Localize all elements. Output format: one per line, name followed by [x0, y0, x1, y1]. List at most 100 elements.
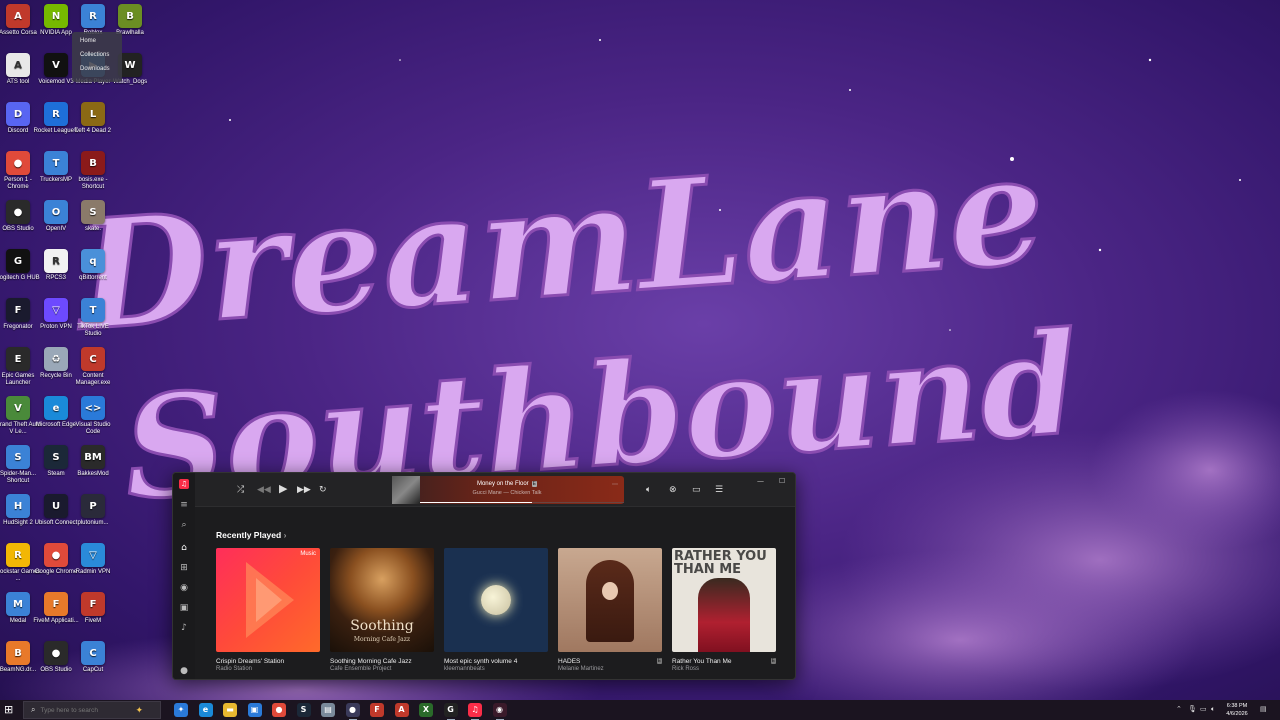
skate-icon: S: [81, 200, 105, 224]
album-card[interactable]: Most epic synth volume 4 kleemannbeats: [444, 548, 548, 672]
desktop-icon[interactable]: Bbosis.exe - Shortcut: [70, 151, 116, 191]
taskbar-search[interactable]: ⌕ ✦: [23, 701, 161, 719]
volume-icon[interactable]: 🔈︎: [646, 484, 651, 496]
file-explorer-icon[interactable]: ▬: [223, 703, 237, 717]
qbittorrent-icon: q: [81, 249, 105, 273]
windows-start-icon[interactable]: ⊞: [4, 704, 16, 716]
desktop-icon-label: FiveM: [84, 618, 102, 624]
desktop-icon-label: HudSight 2: [3, 520, 33, 526]
clock-time: 6:38 PM: [1226, 703, 1248, 709]
menu-icon[interactable]: ≡: [179, 500, 189, 510]
context-menu-item-home[interactable]: Home: [72, 34, 122, 48]
shuffle-icon[interactable]: ⤮: [237, 484, 244, 496]
logitech-icon[interactable]: G: [443, 703, 458, 720]
openiv-icon: O: [44, 200, 68, 224]
library-icon[interactable]: ▣: [179, 603, 189, 613]
bakkesmod-icon: BM: [81, 445, 105, 469]
search-input[interactable]: [40, 706, 131, 714]
desktop-icon[interactable]: ▽ Radmin VPN: [70, 543, 116, 576]
more-options-icon[interactable]: ⋯: [612, 481, 618, 488]
beamng-icon: B: [6, 641, 30, 665]
playlist-icon[interactable]: ♪: [179, 623, 189, 633]
desktop-icon[interactable]: C Content Manager.exe: [70, 347, 116, 387]
desktop-icon[interactable]: q qBittorrent: [70, 249, 116, 282]
store-icon[interactable]: ▣: [247, 703, 262, 717]
play-icon[interactable]: ▶: [279, 483, 287, 495]
album-title: Rather You Than Me: [672, 658, 732, 665]
queue-icon[interactable]: ☰: [715, 484, 723, 496]
account-avatar-icon[interactable]: ●: [179, 666, 189, 676]
desktop-icon-label: TikTok LIVE Studio: [77, 324, 109, 337]
album-subtitle: Radio Station: [216, 666, 253, 672]
desktop-icon-label: plutonium...: [77, 520, 109, 526]
desktop-icon[interactable]: Sskate.: [70, 200, 116, 233]
next-icon[interactable]: ▶▶: [297, 484, 311, 496]
album-card[interactable]: Soothing Morning Cafe Jazz Soothing Morn…: [330, 548, 434, 672]
notifications-icon[interactable]: ▤: [1260, 705, 1267, 713]
fivem-app-icon: F: [44, 592, 68, 616]
medal-icon: M: [6, 592, 30, 616]
album-card[interactable]: HADES Melanie Martinez E: [558, 548, 662, 672]
chevron-up-icon[interactable]: ⌃: [1176, 705, 1182, 713]
obs-icon[interactable]: ●: [345, 703, 360, 720]
assetto-corsa-icon: A: [6, 4, 30, 28]
desktop-icon-label: TruckersMP: [39, 177, 73, 183]
recorder-icon[interactable]: ◉: [492, 703, 507, 720]
spiderman-icon: S: [6, 445, 30, 469]
apple-music-icon[interactable]: ♫: [468, 703, 482, 720]
maximize-icon[interactable]: ☐: [779, 477, 785, 485]
desktop-icon[interactable]: Pplutonium...: [70, 494, 116, 527]
now-playing-artwork: [392, 476, 420, 504]
context-menu-item-downloads[interactable]: Downloads: [72, 62, 122, 76]
radio-icon[interactable]: ◉: [179, 583, 189, 593]
repeat-icon[interactable]: ↻: [319, 484, 327, 496]
recently-played-heading[interactable]: Recently Played ›: [216, 530, 286, 540]
volume-icon[interactable]: 🔈︎: [1211, 705, 1215, 714]
taskbar-clock[interactable]: 6:38 PM 4/6/2026: [1222, 702, 1252, 718]
edge-icon[interactable]: e: [198, 703, 213, 717]
rocket-league-icon: R: [44, 102, 68, 126]
context-menu-item-collections[interactable]: Collections: [72, 48, 122, 62]
acrobat-icon[interactable]: A: [394, 703, 409, 717]
nvidia-icon: N: [44, 4, 68, 28]
minimize-icon[interactable]: —: [757, 477, 764, 485]
xbox-icon[interactable]: X: [419, 703, 433, 717]
airplay-icon[interactable]: ⊗: [669, 484, 677, 496]
desktop-icon[interactable]: L Left 4 Dead 2: [70, 102, 116, 135]
epic-games-icon: E: [6, 347, 30, 371]
copilot-icon[interactable]: ✦: [174, 703, 188, 717]
desktop-icon[interactable]: BM BakkesMod: [70, 445, 116, 478]
hades-figure-graphic: [586, 560, 634, 642]
steam-icon[interactable]: S: [296, 703, 311, 717]
album-card[interactable]: Music Crispin Dreams' Station Radio Stat…: [216, 548, 320, 672]
desktop-icon[interactable]: <> Visual Studio Code: [70, 396, 116, 436]
now-playing-panel[interactable]: Money on the Floor E Gucci Mane — Chicken…: [392, 476, 624, 504]
explicit-icon: E: [770, 658, 776, 664]
fivem-icon[interactable]: F: [370, 703, 384, 717]
desktop-icon-label: Radmin VPN: [75, 569, 111, 575]
album-subtitle: Melanie Martinez: [558, 666, 604, 672]
apple-music-badge: Music: [300, 551, 316, 557]
player-toolbar: ⤮ ◀◀ ▶ ▶▶ ↻ Money on the Floor E Gucci Ma…: [195, 473, 795, 507]
previous-icon[interactable]: ◀◀: [257, 484, 271, 496]
moon-graphic: [481, 585, 511, 615]
album-subtitle: Rick Ross: [672, 666, 700, 672]
proton-vpn-icon: ▽: [44, 298, 68, 322]
browse-icon[interactable]: ⊞: [179, 563, 189, 573]
desktop-icon[interactable]: F FiveM: [70, 592, 116, 625]
lyrics-icon[interactable]: ▭: [692, 484, 701, 496]
playback-progress-bar[interactable]: [420, 502, 624, 503]
desktop-icon[interactable]: C CapCut: [70, 641, 116, 674]
chrome-icon[interactable]: ●: [272, 703, 286, 717]
album-art-coffee: Soothing Morning Cafe Jazz: [330, 548, 434, 652]
now-playing-subtitle: Gucci Mane — Chicken Talk: [472, 490, 542, 496]
files-icon[interactable]: ▤: [321, 703, 335, 717]
desktop-icon[interactable]: T TikTok LIVE Studio: [70, 298, 116, 338]
fregonator-icon: F: [6, 298, 30, 322]
network-icon[interactable]: ▭: [1200, 705, 1207, 713]
search-icon[interactable]: ⌕: [179, 520, 189, 530]
home-icon[interactable]: ⌂: [179, 543, 189, 553]
album-card[interactable]: RATHER YOU THAN ME Rather You Than Me Ri…: [672, 548, 776, 672]
microphone-icon[interactable]: 🎙︎: [1188, 705, 1197, 713]
roblox-icon: R: [81, 4, 105, 28]
